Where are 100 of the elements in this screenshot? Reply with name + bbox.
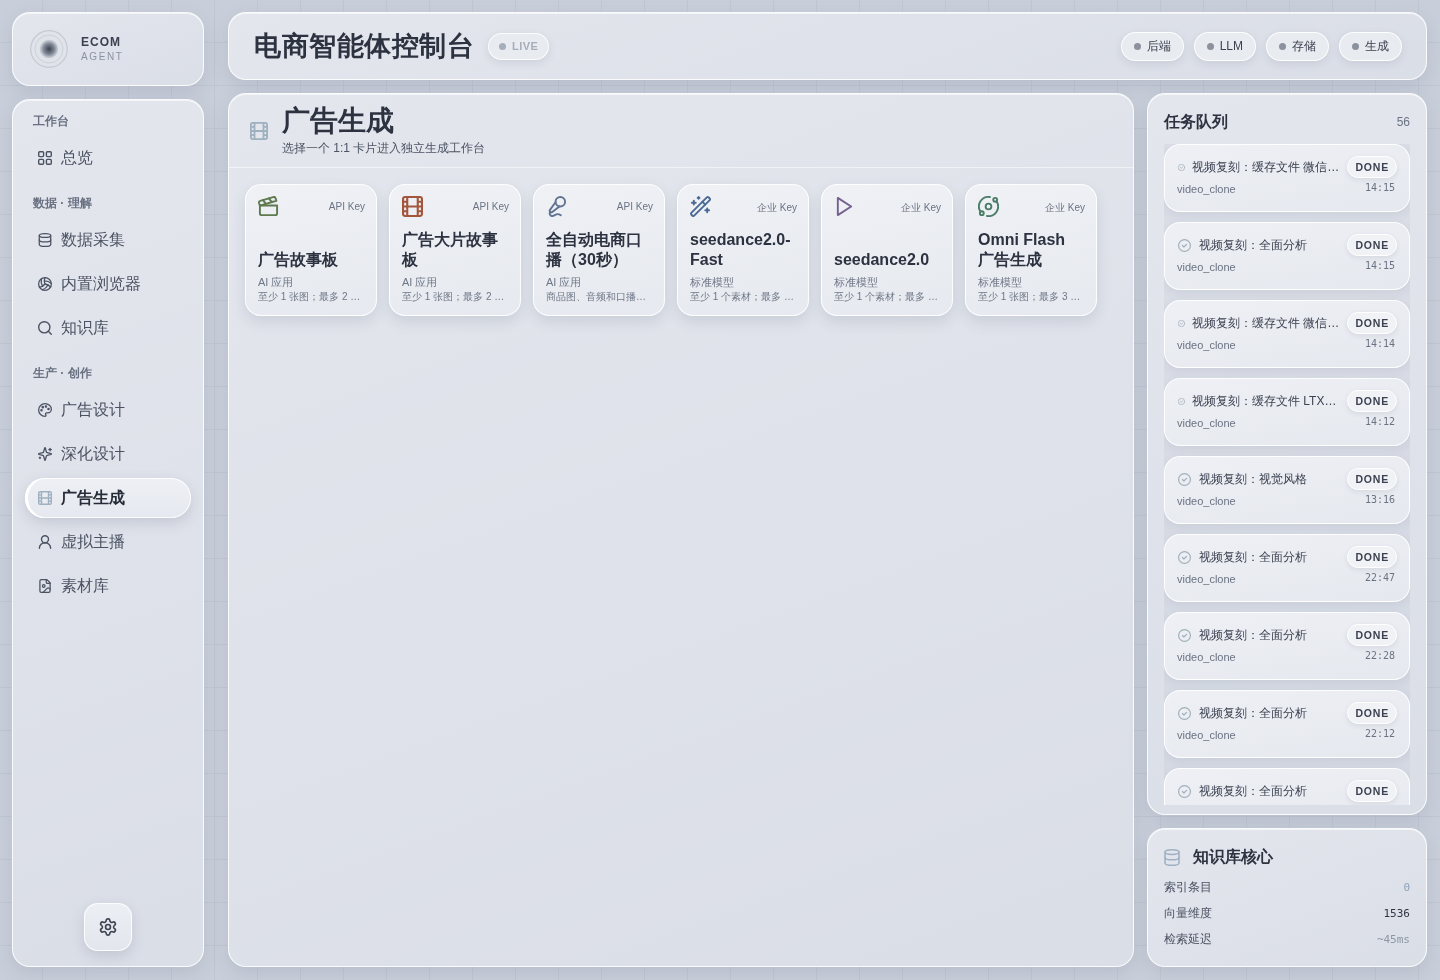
task-title: 视频复刻：缓存文件 微信… xyxy=(1192,158,1340,176)
sparkles-icon xyxy=(38,447,52,461)
nav-item[interactable]: 广告生成 xyxy=(25,478,191,518)
key-label: API Key xyxy=(616,201,653,212)
task-item[interactable]: 视频复刻：全面分析 DONE video_clone 22:28 xyxy=(1164,612,1410,680)
model-card[interactable]: 企业 Key seedance2.0 标准模型 至少 1 个素材；最多 … xyxy=(821,184,953,316)
task-time: 14:15 xyxy=(1364,260,1395,271)
card-description: 至少 1 个素材；最多 … xyxy=(690,290,795,304)
app-title: 电商智能体控制台 xyxy=(254,30,474,63)
model-card[interactable]: API Key 全自动电商口播（30秒） AI 应用 商品图、音频和口播… xyxy=(533,184,665,316)
task-item[interactable]: 视频复刻：全面分析 DONE video_clone 22:47 xyxy=(1164,534,1410,602)
card-category: AI 应用 xyxy=(546,275,583,289)
task-item[interactable]: 视频复刻：缓存文件 LTX… DONE video_clone 14:12 xyxy=(1164,378,1410,446)
key-label: API Key xyxy=(472,201,509,212)
task-title: 视频复刻：缓存文件 微信… xyxy=(1192,314,1340,332)
database-icon xyxy=(38,233,52,247)
stat-value: ~45ms xyxy=(1376,932,1410,946)
task-time: 14:15 xyxy=(1364,182,1395,193)
task-title: 视频复刻：缓存文件 LTX… xyxy=(1192,392,1338,410)
nav-item[interactable]: 深化设计 xyxy=(25,434,191,474)
search-icon xyxy=(38,321,52,335)
live-label: LIVE xyxy=(512,40,539,52)
task-source: video_clone xyxy=(1177,339,1236,351)
card-category: AI 应用 xyxy=(402,275,439,289)
user-icon xyxy=(38,535,52,549)
card-description: 至少 1 个素材；最多 … xyxy=(834,290,939,304)
status-label: 存储 xyxy=(1292,37,1316,55)
brand-name: ECOM xyxy=(81,35,122,49)
task-title: 视频复刻：全面分析 xyxy=(1199,548,1308,566)
task-item[interactable]: 视频复刻：视觉风格 DONE video_clone 13:16 xyxy=(1164,456,1410,524)
brand-tagline: AGENT xyxy=(81,51,124,63)
film-icon xyxy=(38,491,52,505)
nav-item[interactable]: 广告设计 xyxy=(25,390,191,430)
key-label: API Key xyxy=(328,201,365,212)
key-label: 企业 Key xyxy=(901,201,941,215)
task-item[interactable]: 视频复刻：全面分析 DONE video_clone 22:12 xyxy=(1164,690,1410,758)
card-description: 至少 1 张图；最多 2 … xyxy=(402,290,506,304)
card-title: Omni Flash 广告生成 xyxy=(978,230,1067,270)
task-source: video_clone xyxy=(1177,261,1236,273)
stat-value: 1536 xyxy=(1383,906,1410,920)
task-item[interactable]: 视频复刻：缓存文件 微信… DONE video_clone 14:14 xyxy=(1164,300,1410,368)
nav-item[interactable]: 素材库 xyxy=(25,566,191,606)
task-time: 14:14 xyxy=(1364,338,1395,349)
task-title: 视频复刻：全面分析 xyxy=(1199,626,1308,644)
status-label: LLM xyxy=(1219,39,1243,53)
stat-label: 检索延迟 xyxy=(1164,930,1212,948)
dot-icon xyxy=(499,42,506,50)
card-description: 商品图、音频和口播… xyxy=(546,290,647,304)
nav-item[interactable]: 总览 xyxy=(25,138,191,178)
task-time: 22:28 xyxy=(1364,650,1395,661)
check-circle-icon xyxy=(1178,238,1191,252)
small-check-circle-icon xyxy=(1178,319,1185,327)
task-source: video_clone xyxy=(1177,651,1236,663)
check-circle-icon xyxy=(1178,706,1191,720)
card-title: 全自动电商口播（30秒） xyxy=(546,230,643,270)
ring-logo-icon xyxy=(30,30,68,68)
status-badge: DONE xyxy=(1347,702,1397,724)
task-title: 视频复刻：全面分析 xyxy=(1199,236,1308,254)
task-item[interactable]: 视频复刻：全面分析 DONE video_clone 14:15 xyxy=(1164,222,1410,290)
nav-item[interactable]: 虚拟主播 xyxy=(25,522,191,562)
grid-icon xyxy=(38,151,52,165)
task-time: 14:12 xyxy=(1364,416,1395,427)
settings-button[interactable] xyxy=(84,903,132,951)
card-description: 至少 1 张图；最多 3 … xyxy=(978,290,1082,304)
nav-item[interactable]: 知识库 xyxy=(25,308,191,348)
nav-item[interactable]: 内置浏览器 xyxy=(25,264,191,304)
dot-icon xyxy=(1352,42,1359,50)
task-item[interactable]: 视频复刻：缓存文件 微信… DONE video_clone 14:15 xyxy=(1164,144,1410,212)
task-time: 13:16 xyxy=(1364,494,1395,505)
status-badge: DONE xyxy=(1347,780,1397,802)
nav-item[interactable]: 数据采集 xyxy=(25,220,191,260)
card-title: 广告大片故事板 xyxy=(402,230,499,270)
model-card[interactable]: API Key 广告大片故事板 AI 应用 至少 1 张图；最多 2 … xyxy=(389,184,521,316)
card-category: 标准模型 xyxy=(690,275,735,289)
task-time: 22:12 xyxy=(1364,728,1395,739)
palette-icon xyxy=(38,403,52,417)
panel-title: 任务队列 xyxy=(1164,111,1228,132)
stat-label: 索引条目 xyxy=(1164,878,1212,896)
page-title: 广告生成 xyxy=(282,104,395,138)
task-item[interactable]: 视频复刻：全面分析 DONE xyxy=(1164,768,1410,805)
small-check-circle-icon xyxy=(1178,163,1185,171)
card-category: AI 应用 xyxy=(258,275,295,289)
task-time: 22:47 xyxy=(1364,572,1395,583)
model-card[interactable]: API Key 广告故事板 AI 应用 至少 1 张图；最多 2 … xyxy=(245,184,377,316)
check-circle-icon xyxy=(1178,784,1191,798)
model-card[interactable]: 企业 Key Omni Flash 广告生成 标准模型 至少 1 张图；最多 3 … xyxy=(965,184,1097,316)
settings-icon xyxy=(99,918,117,936)
status-badge: DONE xyxy=(1347,546,1397,568)
card-title: 广告故事板 xyxy=(258,250,339,270)
status-badge: DONE xyxy=(1347,234,1397,256)
card-description: 至少 1 张图；最多 2 … xyxy=(258,290,362,304)
section-label: 生产 · 创作 xyxy=(32,365,93,381)
model-card[interactable]: 企业 Key seedance2.0-Fast 标准模型 至少 1 个素材；最多 … xyxy=(677,184,809,316)
dot-icon xyxy=(1206,42,1214,50)
dot-icon xyxy=(1279,42,1286,50)
task-title: 视频复刻：视觉风格 xyxy=(1199,470,1308,488)
task-source: video_clone xyxy=(1177,183,1236,195)
card-title: seedance2.0-Fast xyxy=(690,230,792,270)
status-badge: DONE xyxy=(1347,468,1397,490)
small-check-circle-icon xyxy=(1178,397,1185,405)
